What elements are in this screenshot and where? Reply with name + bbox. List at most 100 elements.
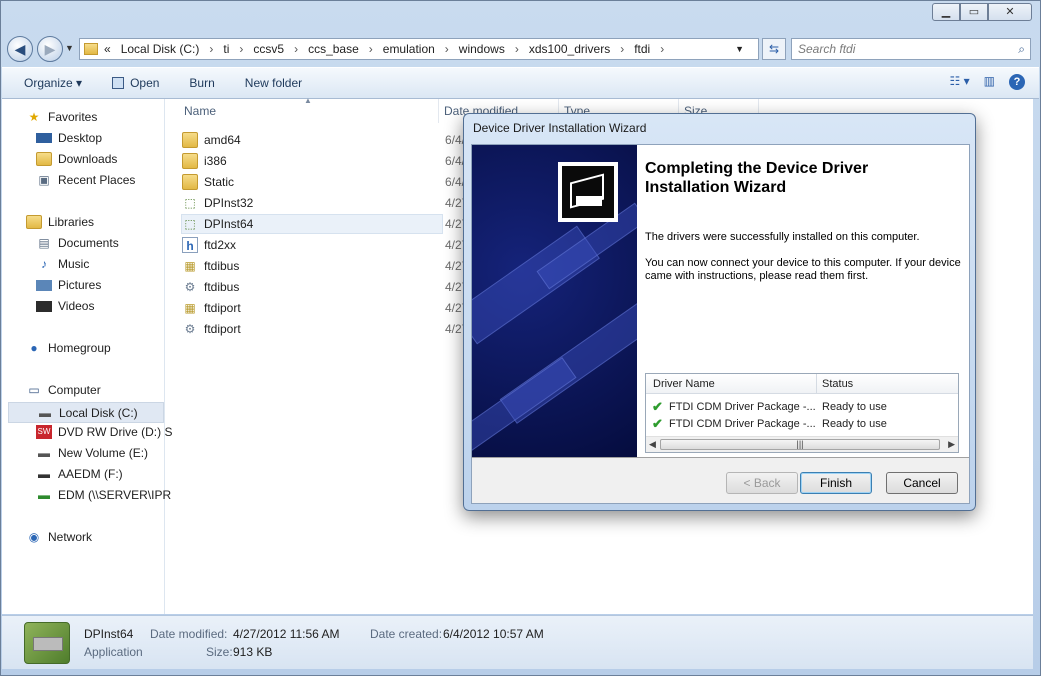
nav-label: New Volume (E:) — [58, 446, 149, 460]
breadcrumb-separator[interactable]: › — [209, 42, 213, 56]
close-button[interactable]: ✕ — [988, 3, 1032, 21]
success-message: The drivers were successfully installed … — [645, 231, 920, 243]
driver-row[interactable]: ✔ FTDI CDM Driver Package -... Ready to … — [646, 416, 958, 433]
file-row[interactable]: ⚙ ftdibus — [182, 277, 442, 297]
scroll-right-icon[interactable]: ▶ — [948, 439, 955, 450]
breadcrumb-separator[interactable]: › — [620, 42, 624, 56]
dvd-drive-icon: SW — [36, 425, 52, 439]
horizontal-scrollbar[interactable]: ◀ ||| ▶ — [646, 436, 958, 452]
setup-info-icon: ⚙ — [184, 322, 196, 336]
nav-dvd-drive[interactable]: SW DVD RW Drive (D:) S — [36, 425, 196, 439]
wizard-heading: Completing the Device Driver Installatio… — [645, 160, 869, 196]
nav-favorites[interactable]: ★ Favorites — [26, 110, 186, 124]
scroll-thumb[interactable]: ||| — [660, 439, 940, 450]
cancel-button[interactable]: Cancel — [886, 472, 958, 494]
search-input[interactable]: Search ftdi ⌕ — [791, 38, 1031, 60]
breadcrumb-xds100-drivers[interactable]: xds100_drivers — [529, 42, 610, 56]
breadcrumb-separator[interactable]: › — [294, 42, 298, 56]
file-row[interactable]: i386 — [182, 151, 442, 171]
recent-places-icon: ▣ — [38, 173, 50, 187]
maximize-button[interactable]: ▭ — [960, 3, 988, 21]
file-row[interactable]: ▦ ftdibus — [182, 256, 442, 276]
nav-documents[interactable]: ▤ Documents — [36, 236, 196, 250]
file-row[interactable]: amd64 — [182, 130, 442, 150]
file-row[interactable]: ⚙ ftdiport — [182, 319, 442, 339]
breadcrumb-ftdi[interactable]: ftdi — [634, 42, 650, 56]
removable-drive-icon: ▬ — [38, 467, 50, 481]
column-status[interactable]: Status — [822, 378, 853, 390]
folder-icon — [182, 153, 198, 169]
file-name: DPInst32 — [204, 196, 254, 210]
preview-pane-icon[interactable]: ▥ — [984, 74, 995, 90]
breadcrumb-separator[interactable]: › — [369, 42, 373, 56]
breadcrumb-separator[interactable]: › — [239, 42, 243, 56]
forward-arrow-icon[interactable]: ▶ — [37, 36, 63, 62]
breadcrumb-windows[interactable]: windows — [459, 42, 505, 56]
breadcrumb-overflow[interactable]: « — [104, 42, 111, 56]
driver-row[interactable]: ✔ FTDI CDM Driver Package -... Ready to … — [646, 399, 958, 416]
refresh-icon[interactable]: ⇆ — [762, 38, 786, 60]
nav-downloads[interactable]: Downloads — [36, 152, 196, 166]
downloads-folder-icon — [36, 152, 52, 166]
open-button[interactable]: Open — [112, 76, 159, 90]
file-row[interactable]: h ftd2xx — [182, 235, 442, 255]
file-row-selected[interactable]: ⬚ DPInst64 — [181, 214, 443, 234]
back-arrow-icon[interactable]: ◀ — [7, 36, 33, 62]
minimize-button[interactable]: ▁ — [932, 3, 960, 21]
address-dropdown-icon[interactable]: ▼ — [735, 44, 744, 54]
nav-libraries[interactable]: Libraries — [26, 215, 186, 229]
nav-label: Homegroup — [48, 341, 111, 355]
breadcrumb-ccs-base[interactable]: ccs_base — [308, 42, 359, 56]
nav-desktop[interactable]: Desktop — [36, 131, 196, 145]
nav-pictures[interactable]: Pictures — [36, 278, 196, 292]
driver-list-header: Driver Name Status — [646, 374, 958, 394]
driver-list[interactable]: Driver Name Status ✔ FTDI CDM Driver Pac… — [645, 373, 959, 453]
address-bar[interactable]: « Local Disk (C:) › ti › ccsv5 › ccs_bas… — [79, 38, 759, 60]
nav-local-disk[interactable]: ▬ Local Disk (C:) — [8, 402, 164, 423]
breadcrumb-separator[interactable]: › — [515, 42, 519, 56]
file-row[interactable]: Static — [182, 172, 442, 192]
open-app-icon — [112, 77, 125, 89]
details-modified-label: Date modified: — [150, 627, 228, 641]
network-drive-icon: ▬ — [38, 488, 50, 502]
help-icon[interactable]: ? — [1009, 74, 1025, 90]
nav-music[interactable]: ♪ Music — [36, 257, 196, 271]
finish-button[interactable]: Finish — [800, 472, 872, 494]
column-driver-name[interactable]: Driver Name — [653, 378, 715, 390]
hard-drive-icon: ▬ — [39, 405, 51, 420]
folder-icon — [182, 174, 198, 190]
nav-homegroup[interactable]: ● Homegroup — [26, 341, 186, 355]
nav-computer[interactable]: ▭ Computer — [26, 383, 186, 397]
organize-menu[interactable]: Organize ▾ — [24, 76, 82, 90]
file-name: Static — [204, 175, 235, 189]
breadcrumb-emulation[interactable]: emulation — [383, 42, 435, 56]
breadcrumb-separator[interactable]: › — [445, 42, 449, 56]
nav-label: Recent Places — [58, 173, 136, 187]
file-name: ftdibus — [204, 280, 240, 294]
nav-videos[interactable]: Videos — [36, 299, 196, 313]
nav-edm-network-drive[interactable]: ▬ EDM (\\SERVER\IPR — [36, 488, 196, 502]
nav-aaedm[interactable]: ▬ AAEDM (F:) — [36, 467, 196, 481]
nav-new-volume[interactable]: ▬ New Volume (E:) — [36, 446, 196, 460]
search-icon[interactable]: ⌕ — [1018, 39, 1025, 59]
scroll-left-icon[interactable]: ◀ — [649, 439, 656, 450]
column-name[interactable]: Name — [184, 104, 216, 118]
breadcrumb-local-disk[interactable]: Local Disk (C:) — [121, 42, 200, 56]
nav-label: Music — [58, 257, 90, 271]
back-button[interactable]: < Back — [726, 472, 798, 494]
checkmark-icon: ✔ — [652, 416, 663, 431]
breadcrumb-separator[interactable]: › — [660, 42, 664, 56]
view-options-icon[interactable]: ☷ ▾ — [950, 74, 970, 90]
history-dropdown-icon[interactable]: ▼ — [65, 43, 74, 53]
setup-info-icon: ⚙ — [184, 280, 196, 294]
nav-recent-places[interactable]: ▣ Recent Places — [36, 173, 196, 187]
new-folder-button[interactable]: New folder — [245, 76, 302, 90]
file-row[interactable]: ▦ ftdiport — [182, 298, 442, 318]
file-row[interactable]: ⬚ DPInst32 — [182, 193, 442, 213]
dialog-body: Completing the Device Driver Installatio… — [471, 144, 970, 504]
nav-network[interactable]: ◉ Network — [26, 530, 186, 544]
breadcrumb-ccsv5[interactable]: ccsv5 — [253, 42, 284, 56]
breadcrumb-ti[interactable]: ti — [223, 42, 229, 56]
burn-button[interactable]: Burn — [189, 76, 214, 90]
column-divider[interactable] — [438, 99, 439, 123]
